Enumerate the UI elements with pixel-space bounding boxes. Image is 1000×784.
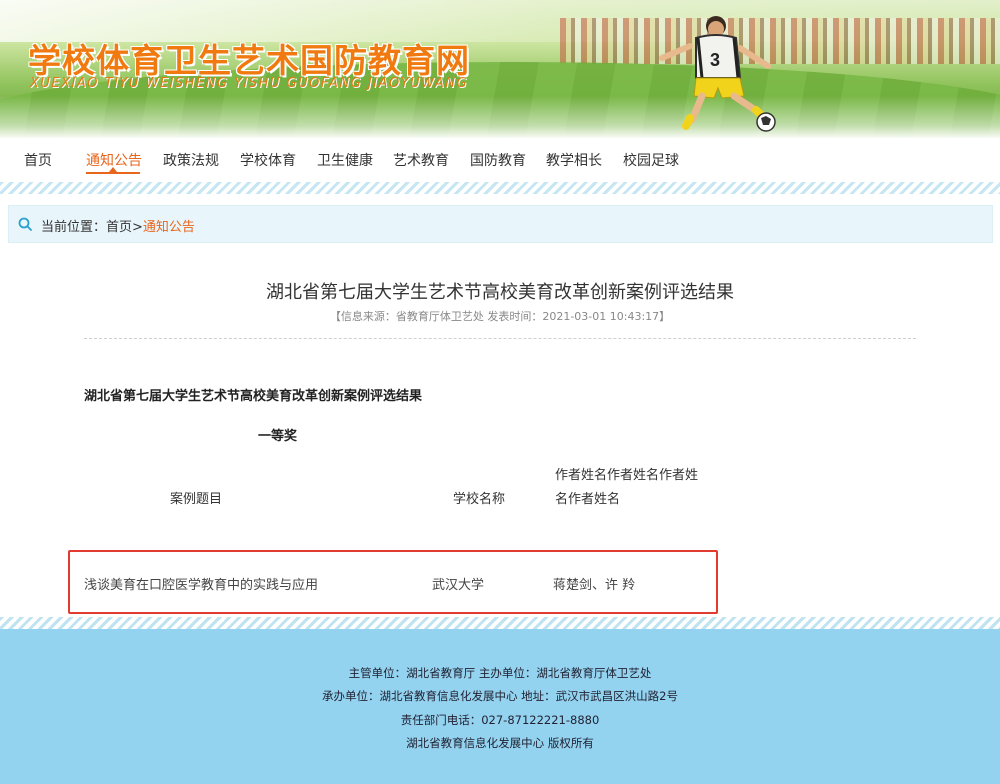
table-cell-case-title: 浅谈美育在口腔医学教育中的实践与应用 (84, 578, 319, 593)
article-divider (84, 338, 916, 339)
footer-line-copyright: 湖北省教育信息化发展中心 版权所有 (406, 736, 594, 750)
nav-item-health[interactable]: 卫生健康 (317, 150, 373, 170)
jersey-number: 3 (710, 50, 720, 70)
award-level: 一等奖 (258, 429, 298, 444)
nav-item-school-sports[interactable]: 学校体育 (240, 150, 296, 170)
breadcrumb-current[interactable]: 通知公告 (143, 220, 195, 235)
nav-item-art-education[interactable]: 艺术教育 (393, 150, 449, 170)
search-icon (18, 217, 32, 231)
table-header-author: 作者姓名作者姓名作者姓名作者姓名 (555, 468, 699, 507)
nav-active-underline (86, 172, 140, 174)
table-cell-school: 武汉大学 (432, 578, 485, 593)
nav-item-campus-football[interactable]: 校园足球 (623, 150, 679, 170)
article-title: 湖北省第七届大学生艺术节高校美育改革创新案例评选结果 (266, 282, 734, 303)
nav-item-home[interactable]: 首页 (24, 150, 52, 170)
breadcrumb-text: 当前位置：首页>通知公告 (41, 216, 195, 235)
nav-item-defense-education[interactable]: 国防教育 (470, 150, 526, 170)
footer-line-phone: 责任部门电话：027-87122221-8880 (400, 713, 600, 727)
breadcrumb: 当前位置：首页>通知公告 (8, 205, 993, 243)
footer-line-address: 承办单位：湖北省教育信息化发展中心 地址：武汉市武昌区洪山路2号 (322, 689, 678, 703)
table-header-case-title: 案例题目 (170, 492, 223, 507)
table-header-school: 学校名称 (453, 492, 506, 507)
decorative-band-top (0, 182, 1000, 194)
footer-line-organizers: 主管单位：湖北省教育厅 主办单位：湖北省教育厅体卫艺处 (348, 666, 652, 680)
nav-item-policies[interactable]: 政策法规 (163, 150, 219, 170)
article-meta: 【信息来源：省教育厅体卫艺处 发表时间：2021-03-01 10:43:17】 (329, 310, 671, 323)
main-nav: 首页 通知公告 政策法规 学校体育 卫生健康 艺术教育 国防教育 教学相长 校园… (0, 138, 1000, 182)
football-player-illustration: 3 (640, 8, 800, 136)
site-title-pinyin: XUEXIAO TIYU WEISHENG YISHU GUOFANG JIAO… (30, 76, 469, 91)
article-body-heading: 湖北省第七届大学生艺术节高校美育改革创新案例评选结果 (84, 389, 423, 404)
nav-item-teaching[interactable]: 教学相长 (546, 150, 602, 170)
decorative-band-bottom (0, 617, 1000, 629)
site-banner: 学校体育卫生艺术国防教育网 XUEXIAO TIYU WEISHENG YISH… (0, 0, 1000, 138)
site-footer: 主管单位：湖北省教育厅 主办单位：湖北省教育厅体卫艺处 承办单位：湖北省教育信息… (0, 629, 1000, 784)
breadcrumb-path[interactable]: 当前位置：首页> (41, 220, 143, 235)
banner-track (0, 96, 1000, 138)
table-cell-author: 蒋楚剑、许 羚 (553, 578, 636, 593)
site-title[interactable]: 学校体育卫生艺术国防教育网 (28, 34, 470, 82)
